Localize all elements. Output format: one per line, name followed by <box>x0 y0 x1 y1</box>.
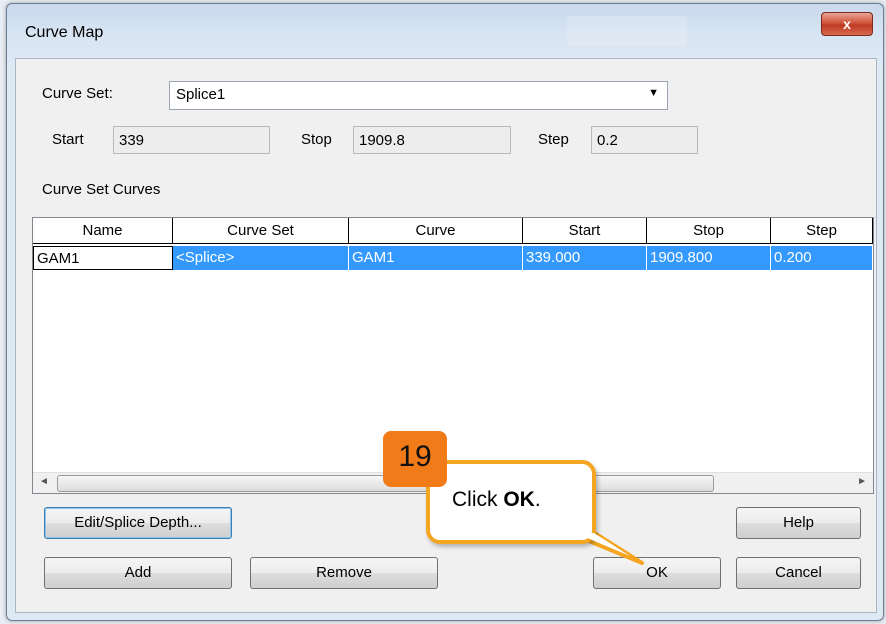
step-number-badge: 19 <box>383 431 447 487</box>
callout-pointer-cover <box>576 533 630 556</box>
